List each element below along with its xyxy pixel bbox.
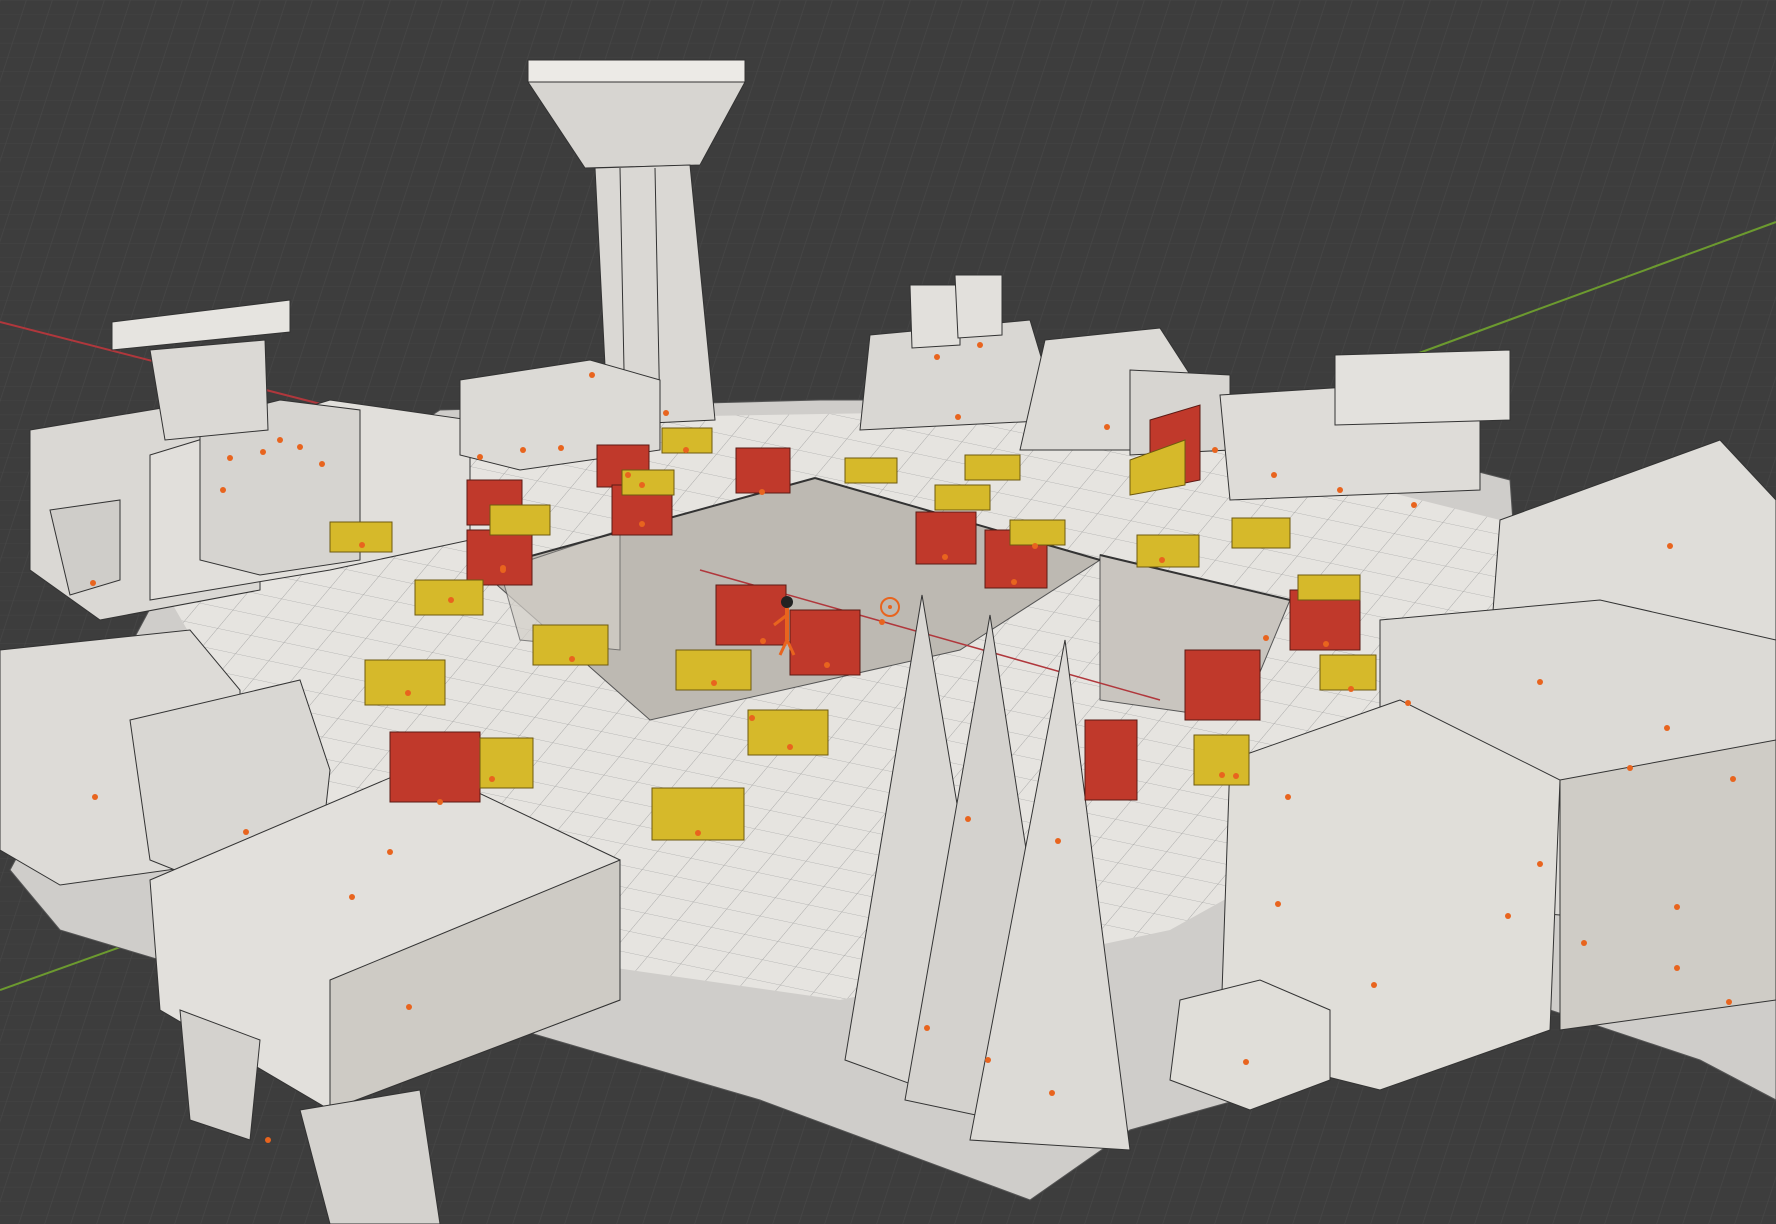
- 3d-viewport[interactable]: [0, 0, 1776, 1224]
- scene-canvas[interactable]: [0, 0, 1776, 1224]
